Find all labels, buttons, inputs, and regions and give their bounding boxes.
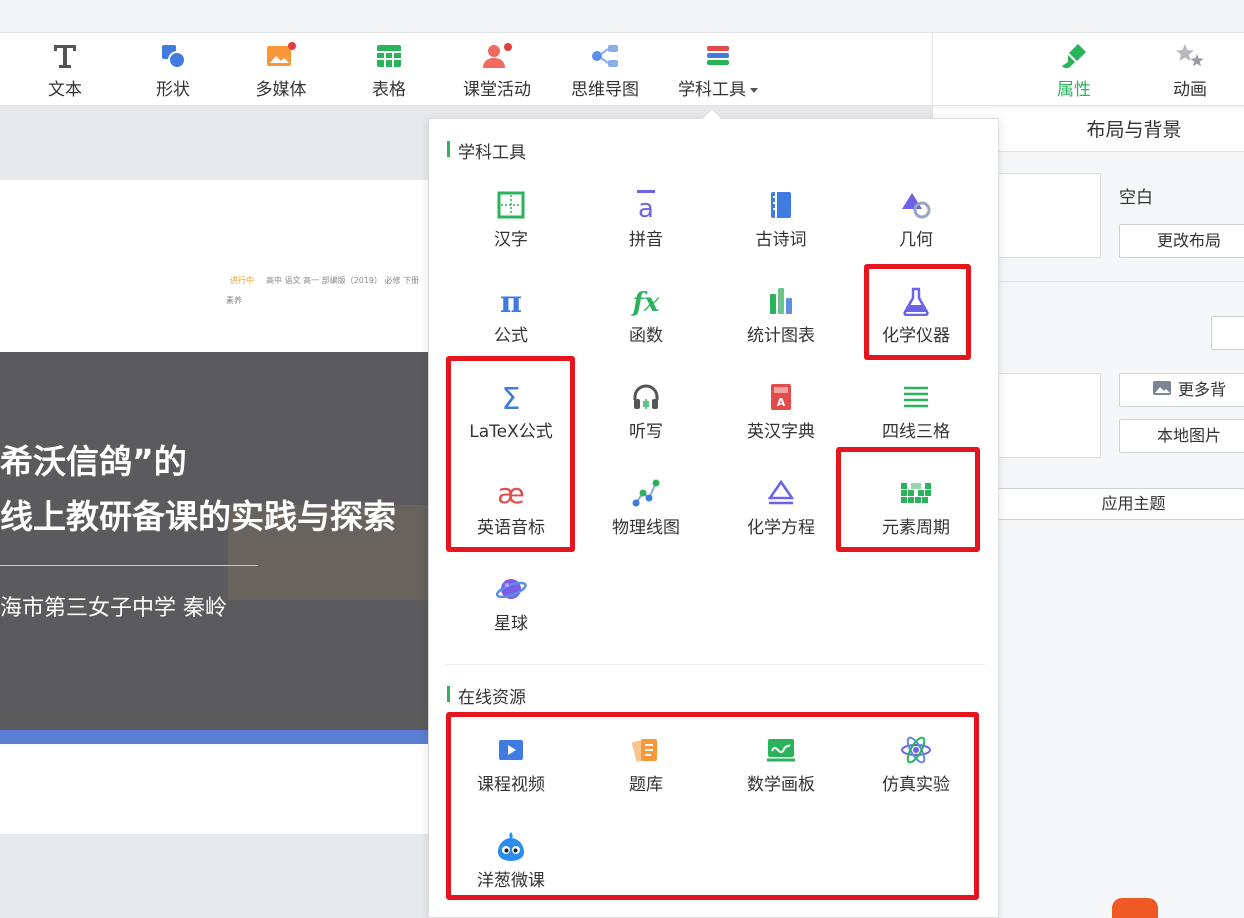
tool-chem-instrument[interactable]: 化学仪器	[856, 283, 976, 363]
tool-pinyin[interactable]: a 拼音	[586, 187, 706, 267]
more-background-label: 更多背	[1177, 380, 1226, 399]
tab-properties[interactable]: 属性	[1029, 41, 1119, 100]
dictionary-icon: A	[721, 379, 841, 415]
svg-text:æ: æ	[497, 478, 525, 508]
subject-tools-label: 学科工具	[678, 80, 746, 100]
online-course-video[interactable]: 课程视频	[451, 732, 571, 812]
toolbar-subject-tools-button[interactable]: 学科工具	[670, 41, 766, 101]
section-divider	[445, 664, 985, 665]
mindmap-icon	[589, 41, 621, 71]
dropdown-arrow	[702, 108, 722, 128]
local-image-button[interactable]: 本地图片	[1119, 419, 1244, 453]
change-layout-button[interactable]: 更改布局	[1119, 224, 1244, 258]
periodic-table-icon	[856, 475, 976, 511]
chevron-down-icon	[750, 87, 758, 93]
tool-latex[interactable]: Σ LaTeX公式	[451, 379, 571, 459]
headphones-icon	[586, 379, 706, 415]
sigma-latex-icon: Σ	[451, 379, 571, 415]
section-online-resources: 在线资源	[447, 683, 526, 708]
tool-dictionary[interactable]: A 英汉字典	[721, 379, 841, 459]
tool-periodic-table[interactable]: 元素周期	[856, 475, 976, 555]
tool-physics-graph[interactable]: 物理线图	[586, 475, 706, 555]
online-question-bank[interactable]: 题库	[586, 732, 706, 812]
svg-text:Σ: Σ	[502, 382, 521, 412]
section-subject-tools: 学科工具	[447, 138, 526, 163]
slide-canvas[interactable]: 进行中 高中 语文 高一 部编版（2019） 必修 下册 素养 希沃信鸽”的 线…	[0, 180, 440, 834]
svg-text:π: π	[500, 286, 522, 316]
stars-icon	[1145, 41, 1235, 71]
online-math-board[interactable]: 数学画板	[721, 732, 841, 812]
ancient-poem-book-icon	[721, 187, 841, 223]
svg-text:A: A	[777, 396, 786, 409]
color-swatch-button[interactable]	[1211, 316, 1244, 350]
online-onion-microclass[interactable]: 洋葱微课	[451, 828, 571, 908]
window-top-strip	[0, 0, 1244, 33]
planet-icon	[451, 571, 571, 607]
toolbar-mindmap-button[interactable]: 思维导图	[560, 41, 650, 101]
bar-chart-icon	[721, 283, 841, 319]
meta-line-2: 素养	[226, 296, 242, 305]
insert-toolbar: 文本 形状 多媒体 表格 课堂活动 思维导图 学科工具	[0, 33, 932, 106]
panel-tabs: 属性 动画	[933, 33, 1244, 106]
pi-formula-icon: π	[451, 283, 571, 319]
onion-mascot-icon	[451, 828, 571, 864]
tool-four-lines[interactable]: 四线三格	[856, 379, 976, 459]
pinyin-a-icon: a	[586, 187, 706, 223]
slide-author: 海市第三女子中学 秦岭	[0, 596, 227, 621]
media-icon	[265, 41, 297, 71]
video-icon	[451, 732, 571, 768]
toolbar-shape-button[interactable]: 形状	[128, 41, 218, 101]
atom-icon	[856, 732, 976, 768]
slide-title-line-2: 线上教研备课的实践与探索	[0, 497, 396, 536]
chem-equation-icon	[721, 475, 841, 511]
physics-graph-icon	[586, 475, 706, 511]
toolbar-media-button[interactable]: 多媒体	[236, 41, 326, 101]
slide-divider	[0, 565, 258, 566]
table-icon	[373, 41, 405, 71]
tool-function[interactable]: fx 函数	[586, 283, 706, 363]
tool-formula[interactable]: π 公式	[451, 283, 571, 363]
svg-text:fx: fx	[631, 288, 660, 316]
slide-title-line-1: 希沃信鸽”的	[0, 442, 187, 481]
tool-geometry[interactable]: 几何	[856, 187, 976, 267]
svg-text:a: a	[638, 194, 654, 221]
tool-phonetic[interactable]: æ 英语音标	[451, 475, 571, 555]
tab-animation[interactable]: 动画	[1145, 41, 1235, 100]
status-tag: 进行中	[230, 276, 254, 285]
phonetic-ae-icon: æ	[451, 475, 571, 511]
math-board-icon	[721, 732, 841, 768]
toolbar-classroom-activity-button[interactable]: 课堂活动	[452, 41, 542, 101]
paintbrush-icon	[1029, 41, 1119, 71]
shape-icon	[157, 41, 189, 71]
tool-planet[interactable]: 星球	[451, 571, 571, 651]
text-icon	[49, 41, 81, 71]
layout-name: 空白	[1119, 188, 1153, 208]
online-simulation-lab[interactable]: 仿真实验	[856, 732, 976, 812]
slide-blue-band	[0, 730, 440, 744]
toolbar-table-button[interactable]: 表格	[344, 41, 434, 101]
app-corner-logo	[1112, 898, 1158, 918]
fx-function-icon: fx	[586, 283, 706, 319]
tool-chem-equation[interactable]: 化学方程	[721, 475, 841, 555]
question-bank-icon	[586, 732, 706, 768]
subject-tools-dropdown: 学科工具 汉字 a 拼音 古诗词 几何 π 公式 fx 函数 统计图表 化学仪器…	[428, 108, 999, 918]
geometry-icon	[856, 187, 976, 223]
tool-hanzi[interactable]: 汉字	[451, 187, 571, 267]
flask-icon	[856, 283, 976, 319]
subject-tools-icon	[702, 41, 734, 71]
tool-ancient-poem[interactable]: 古诗词	[721, 187, 841, 267]
meta-line: 高中 语文 高一 部编版（2019） 必修 下册	[266, 276, 420, 285]
more-background-button[interactable]: 更多背	[1119, 373, 1244, 407]
toolbar-text-button[interactable]: 文本	[20, 41, 110, 101]
hanzi-grid-icon	[451, 187, 571, 223]
classroom-activity-icon	[481, 41, 513, 71]
image-icon	[1152, 375, 1172, 407]
tool-statistics-chart[interactable]: 统计图表	[721, 283, 841, 363]
tool-dictation[interactable]: 听写	[586, 379, 706, 459]
four-lines-icon	[856, 379, 976, 415]
